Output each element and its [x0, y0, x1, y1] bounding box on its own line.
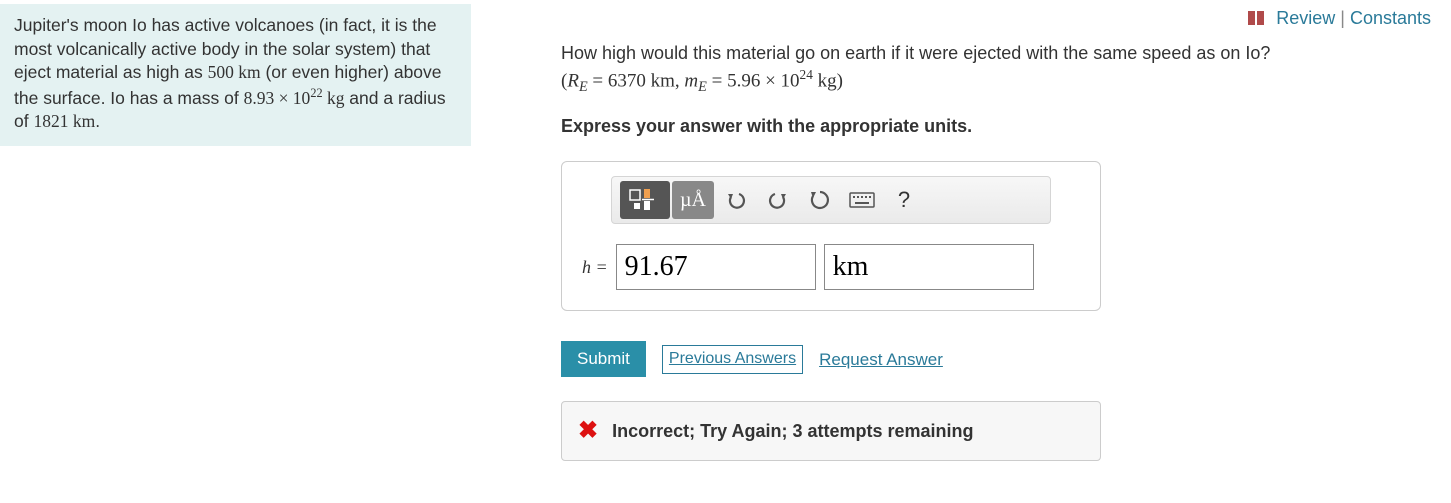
- feedback-text: Incorrect; Try Again; 3 attempts remaini…: [612, 419, 973, 444]
- question-given: (RE = 6370 km, mE = 5.96 × 1024 kg): [561, 66, 1411, 98]
- question-prompt: How high would this material go on earth…: [561, 41, 1411, 66]
- undo-button[interactable]: [716, 181, 756, 219]
- answer-box: µÅ: [561, 161, 1101, 311]
- templates-button[interactable]: [620, 181, 670, 219]
- editor-toolbar: µÅ: [611, 176, 1051, 224]
- submit-button[interactable]: Submit: [561, 341, 646, 377]
- review-link[interactable]: Review: [1276, 8, 1335, 28]
- context-radius: 1821 km: [33, 111, 95, 131]
- incorrect-icon: ✖: [578, 414, 598, 448]
- help-button[interactable]: ?: [884, 181, 924, 219]
- top-links: Review | Constants: [531, 4, 1441, 41]
- context-mass: 8.93 × 1022 kg: [244, 88, 345, 108]
- variable-label: h =: [582, 255, 608, 280]
- reset-button[interactable]: [800, 181, 840, 219]
- constants-link[interactable]: Constants: [1350, 8, 1431, 28]
- problem-context: Jupiter's moon Io has active volcanoes (…: [0, 4, 471, 146]
- value-input[interactable]: [616, 244, 816, 290]
- feedback-box: ✖ Incorrect; Try Again; 3 attempts remai…: [561, 401, 1101, 461]
- answer-inputs: h =: [582, 244, 1080, 290]
- instruction: Express your answer with the appropriate…: [561, 114, 1411, 139]
- keyboard-button[interactable]: [842, 181, 882, 219]
- book-icon: [1247, 10, 1265, 31]
- unit-input[interactable]: [824, 244, 1034, 290]
- previous-answers-link[interactable]: Previous Answers: [662, 345, 803, 373]
- redo-button[interactable]: [758, 181, 798, 219]
- actions-row: Submit Previous Answers Request Answer: [561, 341, 1411, 377]
- context-height: 500 km: [208, 62, 261, 82]
- request-answer-link[interactable]: Request Answer: [819, 348, 943, 372]
- units-button[interactable]: µÅ: [672, 181, 714, 219]
